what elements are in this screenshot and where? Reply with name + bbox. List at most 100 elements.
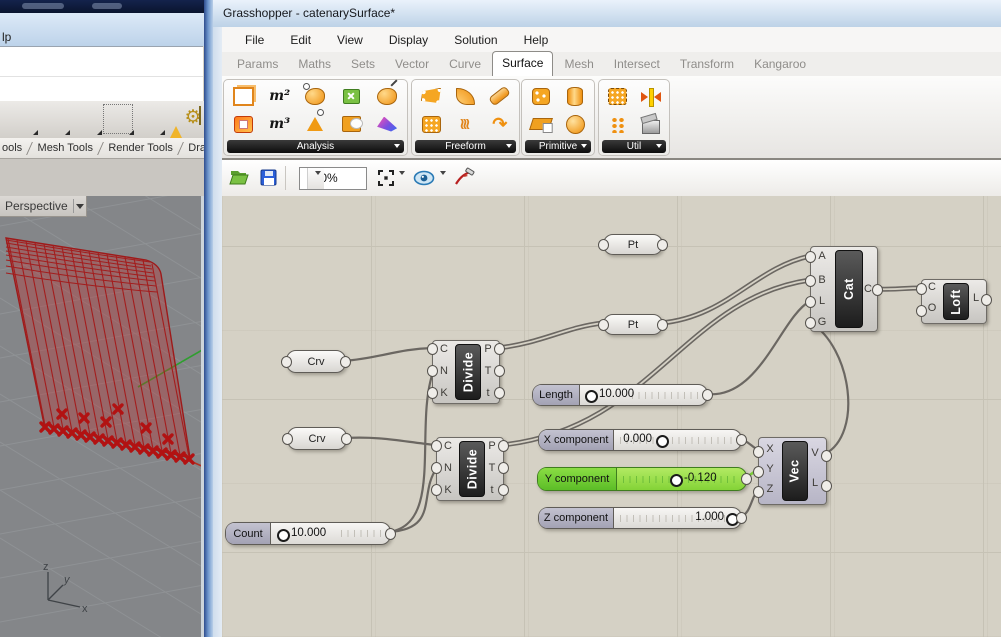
menu-solution[interactable]: Solution — [443, 30, 508, 50]
group-bar-analysis[interactable]: Analysis — [227, 140, 404, 153]
tab-mesh-tools[interactable]: Mesh Tools — [38, 142, 93, 154]
rhino-viewport[interactable]: z y x — [0, 196, 204, 637]
grasshopper-category-tabs: Params Maths Sets Vector Curve Surface M… — [222, 52, 1001, 76]
z-component-slider[interactable]: Z component 1.000 — [538, 507, 742, 529]
cylinder-icon[interactable] — [562, 83, 588, 109]
y-component-slider-selected[interactable]: Y component -0.120 — [537, 467, 747, 491]
group-bar-util[interactable]: Util — [602, 140, 666, 153]
chevron-down-icon — [307, 168, 324, 189]
brep-wireframe-icon[interactable] — [231, 111, 257, 137]
surface-ribbon: m² m³ Analysis ≋ ↷ Freeform — [222, 76, 1001, 158]
catenary-component[interactable]: Cat A B L G C — [810, 246, 878, 332]
tab-surface-active[interactable]: Surface — [492, 51, 553, 76]
divide-curve-component-2[interactable]: Divide C N K P T t — [436, 437, 504, 501]
zoom-extents-icon[interactable] — [375, 167, 397, 189]
viewport-title: Perspective — [0, 199, 68, 213]
param-point-2[interactable]: Pt — [603, 314, 663, 335]
slider-value: 1.000 — [688, 511, 724, 523]
volume-icon[interactable]: m³ — [267, 111, 293, 137]
box-inclusion-icon[interactable] — [338, 83, 364, 109]
dice-box-icon[interactable] — [528, 83, 554, 109]
open-file-icon[interactable] — [228, 167, 250, 189]
surface-4point-icon[interactable] — [418, 83, 444, 109]
tab-params[interactable]: Params — [228, 53, 287, 76]
length-slider[interactable]: Length 10.000 — [532, 384, 708, 406]
slider-label: Count — [226, 523, 271, 544]
menu-view[interactable]: View — [326, 30, 374, 50]
rhino-menu-help-fragment[interactable]: lp — [2, 30, 11, 44]
deconstruct-pyramid-icon[interactable] — [374, 111, 400, 137]
preview-eye-icon[interactable] — [412, 167, 434, 189]
grasshopper-canvas[interactable]: Pt Pt Crv Crv Divide C N K P T t — [222, 196, 1001, 637]
divide-curve-component-1[interactable]: Divide C N K P T t — [432, 340, 500, 404]
screenshot-root: lp ⚙ ools Mesh Tools Render Tools Dra — [0, 0, 1001, 637]
tab-intersect[interactable]: Intersect — [605, 53, 669, 76]
shaded-sphere-icon[interactable] — [74, 107, 98, 131]
plane-surface-icon[interactable] — [528, 111, 554, 137]
ribbon-group-util: Util — [598, 79, 670, 156]
point-in-brep-icon[interactable] — [302, 83, 328, 109]
tab-maths[interactable]: Maths — [289, 53, 340, 76]
group-bar-freeform[interactable]: Freeform — [415, 140, 516, 153]
cone-normal-icon[interactable] — [302, 111, 328, 137]
grasshopper-title-bar[interactable]: Grasshopper - catenarySurface* — [213, 0, 1001, 28]
rhino-title-bar — [0, 0, 204, 13]
slider-value: 10.000 — [291, 527, 326, 539]
loft-component[interactable]: Loft C O L — [921, 279, 987, 324]
collapse-icon[interactable] — [638, 83, 664, 109]
save-file-icon[interactable] — [258, 167, 280, 189]
param-curve-2[interactable]: Crv — [287, 427, 347, 450]
evaluate-blob-icon[interactable] — [374, 83, 400, 109]
ghosted-sphere-icon[interactable] — [106, 107, 130, 131]
rendered-sphere-icon[interactable] — [137, 107, 161, 131]
color-wheel-icon[interactable] — [42, 107, 66, 131]
slider-value: 10.000 — [599, 388, 634, 400]
tab-render-tools[interactable]: Render Tools — [108, 142, 173, 154]
tab-kangaroo[interactable]: Kangaroo — [745, 53, 815, 76]
area-icon[interactable]: m² — [267, 83, 293, 109]
grasshopper-menu-bar: File Edit View Display Solution Help — [222, 27, 1001, 52]
menu-help[interactable]: Help — [513, 30, 560, 50]
slider-knob[interactable] — [670, 474, 683, 487]
chevron-down-icon[interactable] — [73, 199, 86, 213]
loft-waves-icon[interactable]: ≋ — [452, 111, 478, 137]
tab-curve[interactable]: Curve — [440, 53, 490, 76]
tab-transform[interactable]: Transform — [671, 53, 743, 76]
viewport-title-dropdown[interactable]: Perspective — [0, 196, 87, 217]
menu-edit[interactable]: Edit — [279, 30, 322, 50]
ribbon-group-primitive: Primitive — [521, 79, 595, 156]
unroll-box-icon[interactable] — [638, 111, 664, 137]
tab-mesh[interactable]: Mesh — [555, 53, 602, 76]
brep-box-icon[interactable] — [231, 83, 257, 109]
vector-xyz-component[interactable]: Vec X Y Z V L — [758, 437, 827, 505]
param-curve-1[interactable]: Crv — [286, 350, 346, 373]
count-slider[interactable]: Count 10.000 — [225, 522, 391, 545]
sphere-icon[interactable] — [562, 111, 588, 137]
edge-surface-icon[interactable] — [452, 83, 478, 109]
menu-file[interactable]: File — [234, 30, 275, 50]
brep-edges-icon[interactable] — [338, 111, 364, 137]
rhino-command-area[interactable] — [0, 46, 203, 102]
slider-knob[interactable] — [585, 390, 598, 403]
tab-tools-fragment[interactable]: ools — [2, 142, 22, 154]
rhino-toolbar: ⚙ — [0, 101, 204, 138]
menu-display[interactable]: Display — [378, 30, 439, 50]
surface-points-icon[interactable] — [605, 83, 631, 109]
surface-grid-icon[interactable] — [418, 111, 444, 137]
pipe-icon[interactable] — [487, 83, 513, 109]
x-component-slider[interactable]: X component 0.000 — [538, 429, 742, 451]
sweep-icon[interactable]: ↷ — [487, 111, 513, 137]
zoom-level-combo[interactable]: 100% — [299, 167, 367, 190]
slider-knob[interactable] — [656, 435, 669, 448]
wire-layer — [222, 196, 1001, 637]
direction-wedge-icon[interactable] — [10, 107, 34, 131]
tab-vector[interactable]: Vector — [386, 53, 438, 76]
group-bar-primitive[interactable]: Primitive — [525, 140, 591, 153]
slider-knob[interactable] — [277, 529, 290, 542]
window-title: Grasshopper - catenarySurface* — [223, 6, 395, 20]
divide-surface-icon[interactable] — [605, 111, 631, 137]
grasshopper-window-edge — [213, 27, 222, 637]
param-point-1[interactable]: Pt — [603, 234, 663, 255]
sketch-pen-icon[interactable] — [453, 167, 475, 189]
tab-sets[interactable]: Sets — [342, 53, 384, 76]
